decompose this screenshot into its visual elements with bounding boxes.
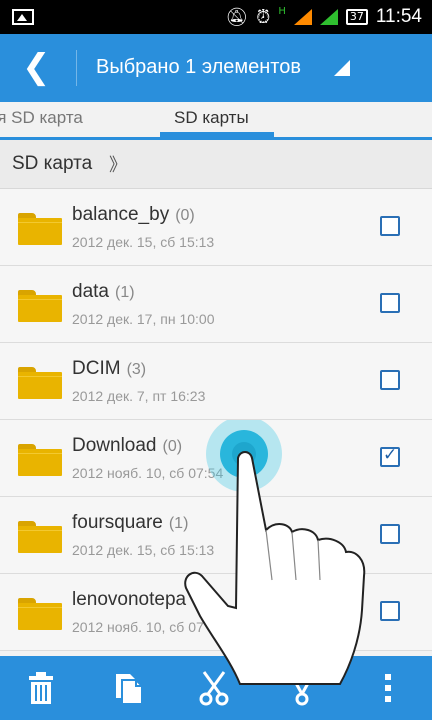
folder-icon [18, 521, 62, 553]
file-name-row: DCIM (3) [72, 358, 146, 380]
clock: 11:54 [375, 6, 422, 27]
action-bar-divider [76, 50, 77, 86]
file-name: lenovonotepa [72, 589, 187, 610]
file-date: 2012 нояб. 10, сб 07 [72, 619, 204, 635]
list-item[interactable]: balance_by (0) 2012 дек. 15, сб 15:13 [0, 189, 432, 266]
list-item[interactable]: Download (0) 2012 нояб. 10, сб 07:54 [0, 420, 432, 497]
folder-icon [18, 290, 62, 322]
file-name: balance_by [72, 204, 170, 225]
tab-sd-card[interactable]: SD карты [174, 108, 249, 128]
select-checkbox-checked[interactable] [380, 445, 400, 467]
breadcrumb-separator-icon: 》 [109, 155, 127, 176]
item-count: (0) [162, 438, 183, 455]
file-name-row: balance_by (0) [72, 204, 195, 226]
item-count: (0) [175, 207, 195, 224]
folder-icon [18, 444, 62, 476]
selection-title[interactable]: Выбрано 1 элементов [96, 56, 301, 79]
breadcrumb-item-sd-card[interactable]: SD карта [12, 153, 92, 175]
status-icons: 🔕︎ ⏰︎ H 37 11:54 [225, 0, 422, 34]
share-icon[interactable] [286, 670, 318, 706]
file-name: Download [72, 435, 157, 456]
mute-icon: 🔕︎ [225, 6, 249, 28]
tab-internal-storage[interactable]: яя SD карта [0, 108, 83, 128]
file-name: data [72, 281, 109, 302]
image-notification-icon [12, 9, 34, 25]
signal-icon-2 [319, 9, 338, 25]
folder-icon [18, 213, 62, 245]
select-checkbox[interactable] [380, 601, 400, 621]
tab-indicator [160, 132, 274, 137]
file-name: foursquare [72, 512, 163, 533]
file-name-row: Download (0) [72, 435, 182, 457]
file-date: 2012 дек. 17, пн 10:00 [72, 311, 215, 327]
select-checkbox[interactable] [380, 293, 400, 313]
status-bar: 🔕︎ ⏰︎ H 37 11:54 [0, 0, 432, 34]
folder-icon [18, 367, 62, 399]
action-bar: ❮ Выбрано 1 элементов [0, 34, 432, 102]
signal-icon [293, 9, 312, 25]
dropdown-triangle-icon[interactable] [334, 60, 350, 76]
file-name-row: lenovonotepa [72, 589, 192, 611]
file-date: 2012 дек. 15, сб 15:13 [72, 234, 215, 250]
select-checkbox[interactable] [380, 370, 400, 390]
file-name-row: foursquare (1) [72, 512, 188, 534]
network-type-label: H [278, 5, 286, 17]
file-list: balance_by (0) 2012 дек. 15, сб 15:13 dat… [0, 189, 432, 651]
list-item[interactable]: foursquare (1) 2012 дек. 15, сб 15:13 [0, 497, 432, 574]
select-checkbox[interactable] [380, 524, 400, 544]
item-count: (3) [126, 361, 147, 378]
delete-icon[interactable] [26, 670, 56, 706]
list-item[interactable]: DCIM (3) 2012 дек. 7, пт 16:23 [0, 343, 432, 420]
select-checkbox[interactable] [380, 216, 400, 236]
file-name: DCIM [72, 358, 121, 379]
file-date: 2012 дек. 7, пт 16:23 [72, 388, 206, 404]
item-count: (1) [168, 515, 189, 532]
back-chevron-icon[interactable]: ❮ [22, 47, 51, 87]
file-date: 2012 дек. 15, сб 15:13 [72, 542, 215, 558]
list-item[interactable]: data (1) 2012 дек. 17, пн 10:00 [0, 266, 432, 343]
file-date: 2012 нояб. 10, сб 07:54 [72, 465, 224, 481]
folder-icon [18, 598, 62, 630]
overflow-menu-icon[interactable] [382, 670, 394, 706]
item-count: (1) [114, 284, 135, 301]
alarm-icon: ⏰︎ [256, 6, 271, 28]
list-item[interactable]: lenovonotepa 2012 нояб. 10, сб 07 [0, 574, 432, 651]
breadcrumb: SD карта 》 [0, 140, 432, 189]
copy-icon[interactable] [112, 670, 146, 706]
file-name-row: data (1) [72, 281, 135, 303]
battery-icon: 37 [345, 9, 368, 25]
bottom-toolbar [0, 656, 432, 720]
cut-icon[interactable] [198, 670, 230, 706]
storage-tabs: яя SD карта SD карты [0, 102, 432, 140]
